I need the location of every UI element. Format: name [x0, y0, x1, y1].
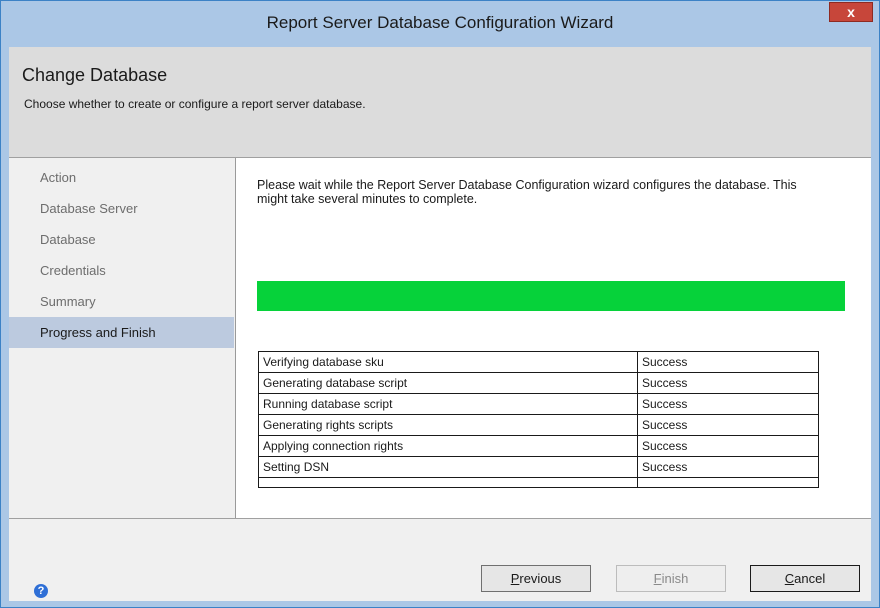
step-cell: Applying connection rights [258, 435, 638, 457]
wizard-header: Change Database Choose whether to create… [9, 47, 871, 158]
table-row: Generating database script Success [258, 372, 819, 394]
table-row: Applying connection rights Success [258, 435, 819, 457]
help-icon[interactable]: ? [34, 584, 48, 598]
finish-label: inish [661, 571, 689, 586]
nav-step-database-server[interactable]: Database Server [9, 193, 234, 224]
step-cell: Verifying database sku [258, 351, 638, 373]
status-cell: Success [637, 372, 819, 394]
wizard-client-area: Change Database Choose whether to create… [9, 47, 871, 601]
table-row: Running database script Success [258, 393, 819, 415]
progress-bar-fill [257, 281, 845, 311]
status-cell: Success [637, 351, 819, 373]
nav-step-credentials[interactable]: Credentials [9, 255, 234, 286]
wizard-main-panel: Please wait while the Report Server Data… [236, 158, 871, 518]
nav-step-database[interactable]: Database [9, 224, 234, 255]
table-row: Setting DSN Success [258, 456, 819, 478]
empty-cell [258, 477, 638, 488]
cancel-button[interactable]: Cancel [750, 565, 860, 592]
finish-mnemonic: F [653, 571, 662, 586]
window-title: Report Server Database Configuration Wiz… [266, 13, 614, 32]
step-cell: Running database script [258, 393, 638, 415]
status-cell: Success [637, 456, 819, 478]
table-row-empty [258, 477, 819, 488]
status-cell: Success [637, 393, 819, 415]
wizard-window: Report Server Database Configuration Wiz… [0, 0, 880, 608]
wizard-footer: ? Previous Finish Cancel [9, 518, 871, 601]
finish-button[interactable]: Finish [616, 565, 726, 592]
previous-label: revious [519, 571, 562, 586]
wizard-steps-nav: Action Database Server Database Credenti… [9, 158, 236, 518]
cancel-mnemonic: C [784, 571, 795, 586]
step-cell: Setting DSN [258, 456, 638, 478]
previous-button[interactable]: Previous [481, 565, 591, 592]
page-title: Change Database [22, 65, 168, 85]
nav-step-action[interactable]: Action [9, 162, 234, 193]
cancel-label: ancel [794, 571, 826, 586]
results-table: Verifying database sku Success Generatin… [258, 351, 819, 488]
empty-cell [637, 477, 819, 488]
status-cell: Success [637, 414, 819, 436]
table-row: Verifying database sku Success [258, 351, 819, 373]
progress-message: Please wait while the Report Server Data… [257, 178, 797, 206]
nav-step-progress-and-finish[interactable]: Progress and Finish [9, 317, 234, 348]
status-cell: Success [637, 435, 819, 457]
title-bar: Report Server Database Configuration Wiz… [1, 1, 879, 47]
step-cell: Generating rights scripts [258, 414, 638, 436]
table-row: Generating rights scripts Success [258, 414, 819, 436]
nav-step-summary[interactable]: Summary [9, 286, 234, 317]
step-cell: Generating database script [258, 372, 638, 394]
progress-bar [257, 281, 845, 311]
close-button[interactable]: x [829, 2, 873, 22]
page-subtitle: Choose whether to create or configure a … [24, 97, 366, 111]
